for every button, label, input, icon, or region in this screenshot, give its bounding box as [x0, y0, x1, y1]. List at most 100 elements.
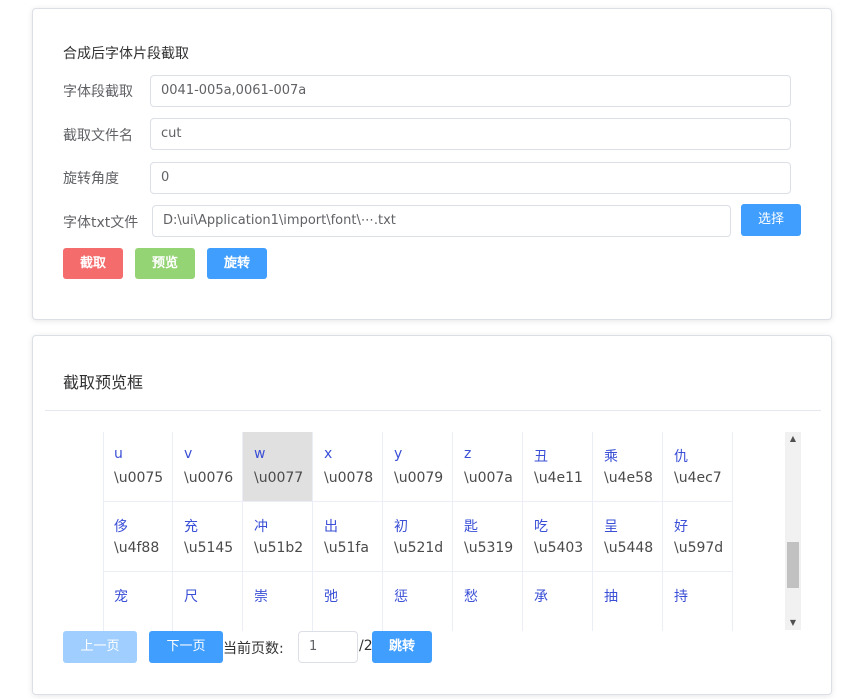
jump-button[interactable]: 跳转	[372, 631, 432, 663]
glyph-char: 承	[534, 589, 548, 605]
preview-section-title: 截取预览框	[63, 373, 144, 392]
glyph-char: w	[254, 446, 266, 462]
glyph-code: \u4e11	[534, 470, 583, 486]
glyph-cell[interactable]: x \u0078	[313, 432, 383, 502]
rotate-button[interactable]: 旋转	[207, 248, 267, 279]
glyph-char: v	[184, 446, 193, 462]
glyph-code: \u4e58	[604, 470, 653, 486]
glyph-cell[interactable]: v \u0076	[173, 432, 243, 502]
glyph-code: \u597d	[674, 540, 724, 556]
glyph-cell[interactable]: 吃 \u5403	[523, 502, 593, 572]
filename-input[interactable]: cut	[150, 118, 791, 150]
glyph-char: 好	[674, 519, 688, 535]
glyph-code: \u0075	[114, 470, 164, 486]
glyph-char: 仇	[674, 449, 688, 465]
total-pages-label: /2	[359, 638, 373, 654]
glyph-char: 充	[184, 519, 198, 535]
glyph-char: z	[464, 446, 472, 462]
glyph-code: \u0078	[324, 470, 374, 486]
glyph-char: 持	[674, 589, 688, 605]
txt-file-label: 字体txt文件	[63, 215, 139, 231]
glyph-char: 宠	[114, 589, 128, 605]
glyph-cell[interactable]: 乘 \u4e58	[593, 432, 663, 502]
glyph-cell[interactable]: 尺	[173, 572, 243, 631]
scroll-thumb[interactable]	[787, 542, 799, 588]
glyph-cell[interactable]: 弛	[313, 572, 383, 631]
glyph-cell[interactable]: 崇	[243, 572, 313, 631]
glyph-cell[interactable]: 惩	[383, 572, 453, 631]
glyph-cell[interactable]: y \u0079	[383, 432, 453, 502]
txt-file-input[interactable]: D:\ui\Application1\import\font\⋯.txt	[152, 205, 731, 237]
glyph-cell[interactable]: 宠	[103, 572, 173, 631]
triangle-down-icon[interactable]: ▼	[785, 616, 801, 630]
extract-section-title: 合成后字体片段截取	[63, 46, 189, 62]
page-number-input[interactable]: 1	[298, 631, 358, 663]
glyph-code: \u521d	[394, 540, 444, 556]
glyph-cell[interactable]: 丑 \u4e11	[523, 432, 593, 502]
glyph-cell[interactable]: w \u0077	[243, 432, 313, 502]
grid-scrollbar[interactable]: ▲ ▼	[785, 432, 801, 630]
glyph-cell[interactable]: 好 \u597d	[663, 502, 733, 572]
glyph-cell[interactable]: 充 \u5145	[173, 502, 243, 572]
glyph-cell[interactable]: 出 \u51fa	[313, 502, 383, 572]
preview-button[interactable]: 预览	[135, 248, 195, 279]
glyph-code: \u5145	[184, 540, 234, 556]
glyph-char: x	[324, 446, 333, 462]
glyph-code: \u007a	[464, 470, 513, 486]
extract-panel: 合成后字体片段截取 字体段截取 0041-005a,0061-007a 截取文件…	[32, 8, 832, 320]
preview-panel: 截取预览框 \u006c\u006d\u006e\u006f\u0070\u00…	[32, 335, 832, 695]
glyph-code: \u51b2	[254, 540, 304, 556]
glyph-char: 乘	[604, 449, 618, 465]
glyph-code: \u4f88	[114, 540, 160, 556]
prev-page-button[interactable]: 上一页	[63, 631, 137, 663]
range-input[interactable]: 0041-005a,0061-007a	[150, 75, 791, 107]
glyph-cell[interactable]: 仇 \u4ec7	[663, 432, 733, 502]
glyph-cell[interactable]: 承	[523, 572, 593, 631]
rotation-label: 旋转角度	[63, 171, 119, 187]
glyph-char: 吃	[534, 519, 548, 535]
preview-divider	[45, 410, 821, 411]
cut-button[interactable]: 截取	[63, 248, 123, 279]
glyph-cell[interactable]: 呈 \u5448	[593, 502, 663, 572]
glyph-cell[interactable]: 匙 \u5319	[453, 502, 523, 572]
glyph-char: 冲	[254, 519, 268, 535]
range-label: 字体段截取	[63, 84, 133, 100]
glyph-grid[interactable]: \u006c\u006d\u006e\u006f\u0070\u0071\u00…	[103, 432, 803, 631]
glyph-cell[interactable]: 侈 \u4f88	[103, 502, 173, 572]
triangle-up-icon[interactable]: ▲	[785, 432, 801, 446]
select-file-button[interactable]: 选择	[741, 204, 801, 236]
filename-label: 截取文件名	[63, 128, 133, 144]
glyph-cell[interactable]: u \u0075	[103, 432, 173, 502]
glyph-cell[interactable]: 持	[663, 572, 733, 631]
glyph-code: \u51fa	[324, 540, 369, 556]
glyph-code: \u0077	[254, 470, 304, 486]
rotation-input[interactable]: 0	[150, 162, 791, 194]
glyph-char: 崇	[254, 589, 268, 605]
glyph-code: \u0076	[184, 470, 234, 486]
glyph-char: 匙	[464, 519, 478, 535]
glyph-code: \u4ec7	[674, 470, 722, 486]
glyph-cell[interactable]: 愁	[453, 572, 523, 631]
next-page-button[interactable]: 下一页	[149, 631, 223, 663]
glyph-code: \u5448	[604, 540, 654, 556]
glyph-cell[interactable]: 初 \u521d	[383, 502, 453, 572]
glyph-code: \u5403	[534, 540, 584, 556]
glyph-code: \u5319	[464, 540, 514, 556]
glyph-cell[interactable]: z \u007a	[453, 432, 523, 502]
glyph-char: 惩	[394, 589, 408, 605]
glyph-char: u	[114, 446, 123, 462]
grid-left-border	[103, 432, 104, 631]
glyph-char: 初	[394, 519, 408, 535]
glyph-cell[interactable]: 冲 \u51b2	[243, 502, 313, 572]
glyph-char: 丑	[534, 449, 548, 465]
glyph-char: 出	[324, 519, 338, 535]
glyph-char: 侈	[114, 519, 128, 535]
glyph-char: 弛	[324, 589, 338, 605]
current-page-label: 当前页数:	[223, 641, 284, 657]
glyph-char: 愁	[464, 589, 478, 605]
glyph-char: y	[394, 446, 403, 462]
glyph-cell[interactable]: 抽	[593, 572, 663, 631]
glyph-char: 呈	[604, 519, 618, 535]
glyph-char: 抽	[604, 589, 618, 605]
glyph-char: 尺	[184, 589, 198, 605]
